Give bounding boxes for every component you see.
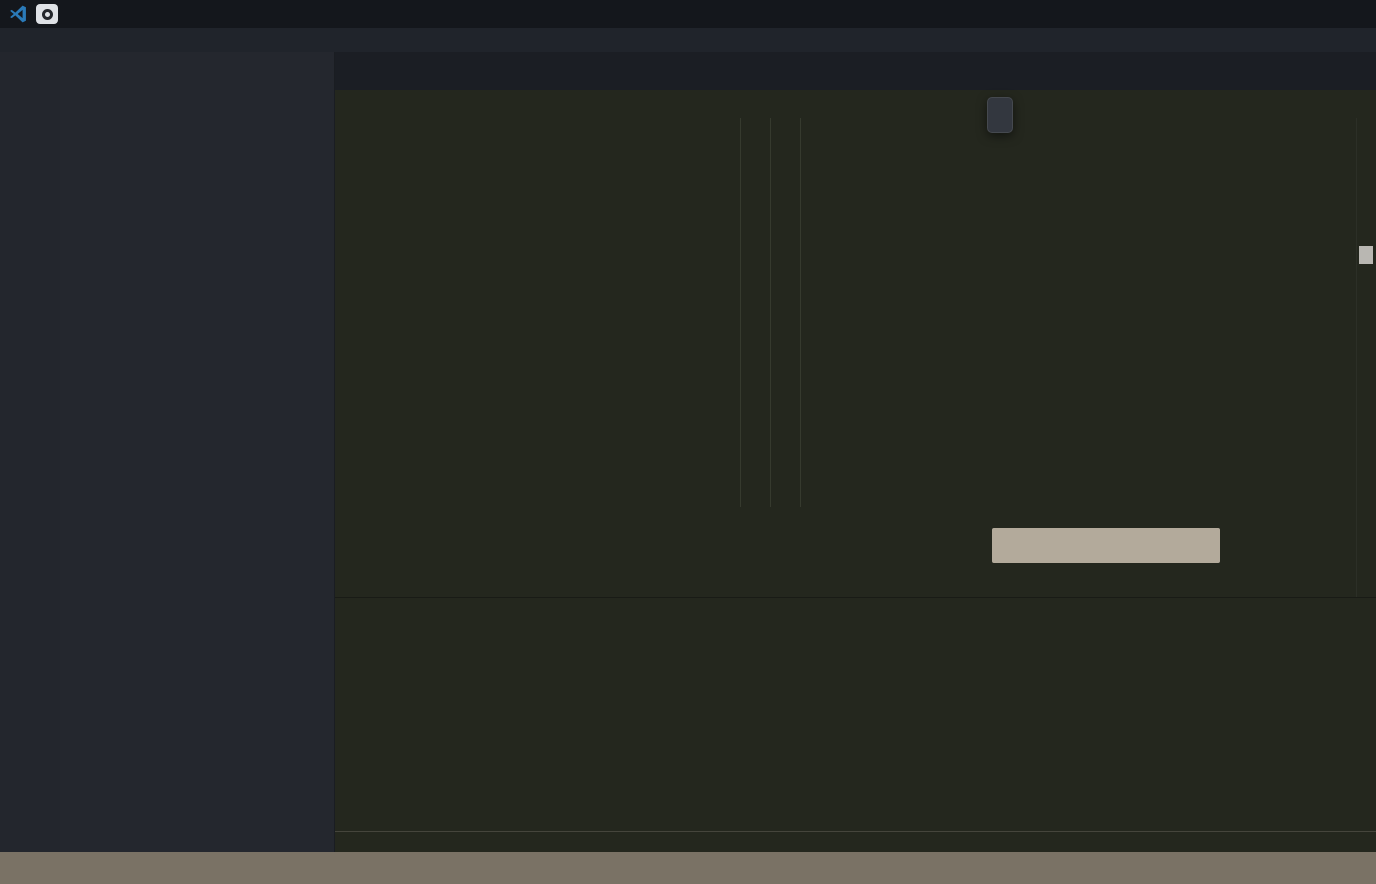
panel-tab-bar bbox=[335, 598, 1376, 634]
workspace-section-header[interactable] bbox=[60, 87, 334, 111]
vscode-logo-icon bbox=[8, 4, 28, 24]
bottom-panel bbox=[335, 597, 1376, 852]
debug-toolbar bbox=[987, 97, 1013, 133]
debug-console-output bbox=[335, 634, 1376, 831]
editor-scrollbar[interactable] bbox=[1356, 118, 1376, 597]
vscode-window bbox=[0, 0, 1376, 884]
app-window-icon bbox=[36, 4, 58, 24]
title-bar bbox=[0, 0, 1376, 28]
scrollbar-thumb[interactable] bbox=[1359, 246, 1373, 264]
indent-guides bbox=[740, 118, 802, 597]
sidebar-header bbox=[60, 52, 334, 87]
editor-area bbox=[335, 52, 1376, 852]
minimap[interactable] bbox=[1243, 118, 1356, 597]
editor-tab-bar bbox=[335, 52, 1376, 90]
breadcrumb bbox=[335, 90, 1376, 118]
menu-bar bbox=[0, 28, 1376, 52]
status-bar bbox=[0, 852, 1376, 884]
editor-actions bbox=[1362, 52, 1376, 90]
debug-console-input[interactable] bbox=[335, 831, 1376, 852]
main-area bbox=[0, 52, 1376, 852]
activity-bar bbox=[0, 52, 60, 852]
chevron-down-icon bbox=[64, 91, 80, 107]
explorer-sidebar bbox=[60, 52, 335, 852]
add-configuration-button[interactable] bbox=[992, 528, 1220, 563]
code-editor[interactable] bbox=[335, 118, 1376, 597]
